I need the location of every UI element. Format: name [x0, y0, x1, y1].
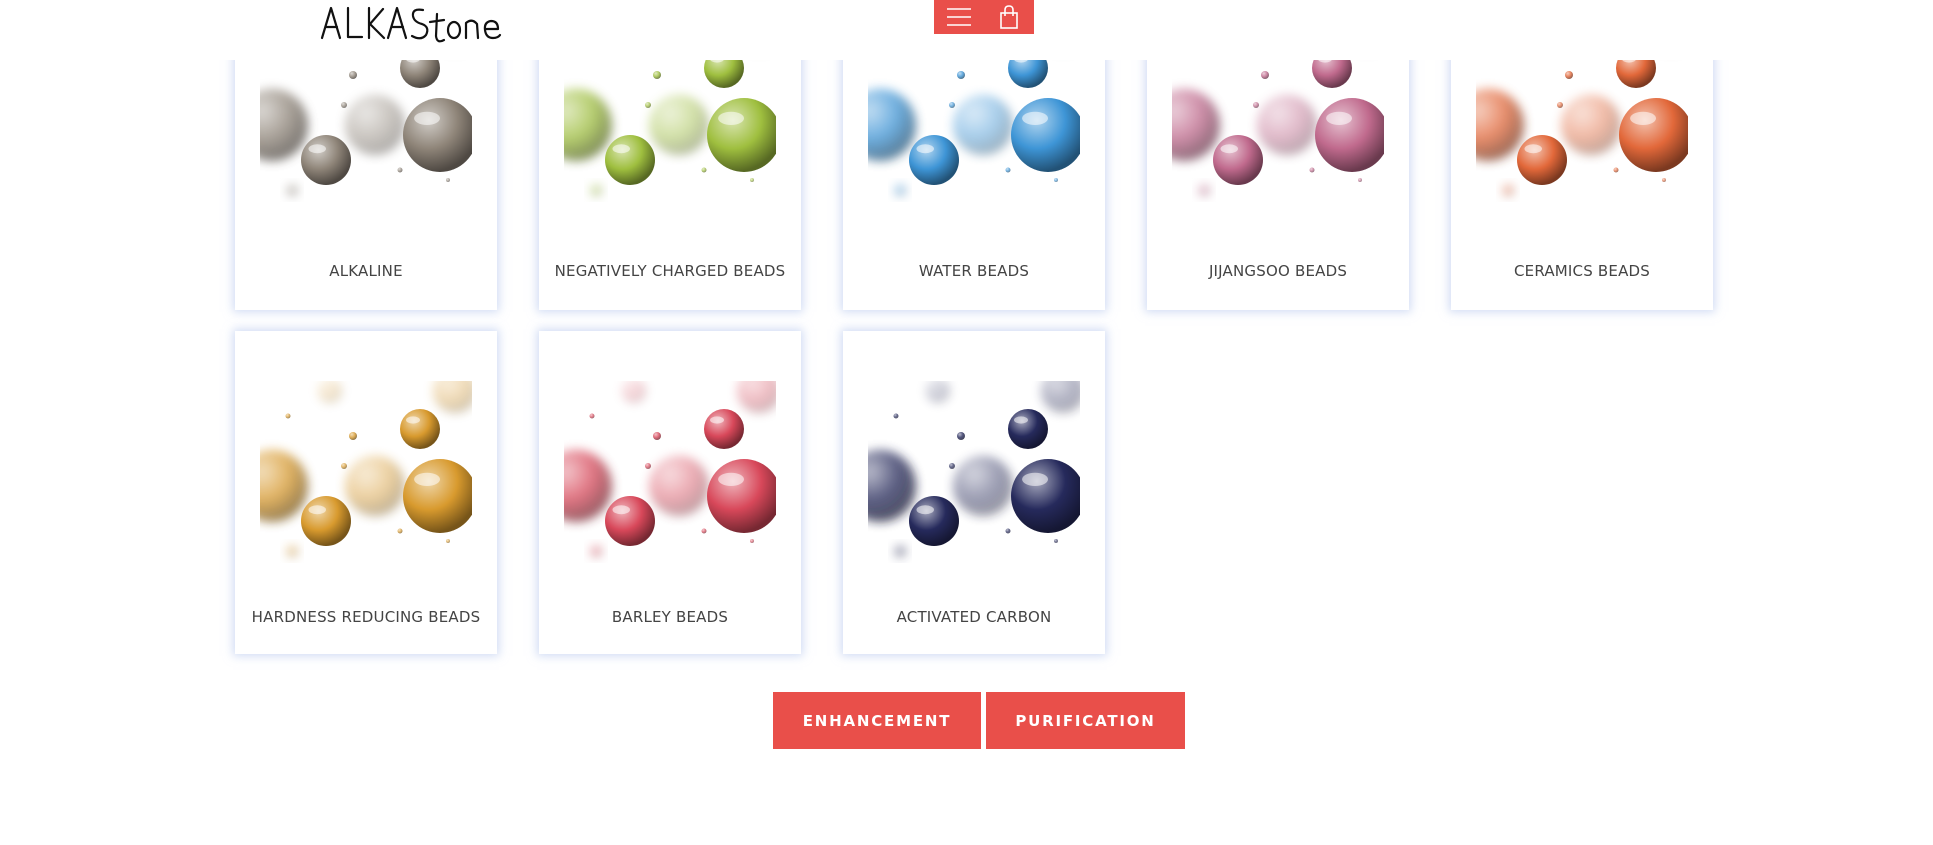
product-card[interactable]: ACTIVATED CARBON: [843, 331, 1105, 654]
purification-button[interactable]: PURIFICATION: [986, 692, 1185, 749]
site-header: [0, 0, 1933, 60]
product-image: [844, 369, 1085, 581]
hamburger-menu-icon[interactable]: [934, 0, 984, 34]
product-image: [540, 369, 781, 581]
enhancement-button[interactable]: ENHANCEMENT: [773, 692, 981, 749]
product-label: JIJANGSOO BEADS: [1208, 262, 1348, 280]
logo-lettering: [320, 6, 502, 43]
header-actions: [934, 0, 1034, 34]
beads-image: [236, 369, 477, 557]
product-label: NEGATIVELY CHARGED BEADS: [554, 262, 786, 280]
product-card[interactable]: HARDNESS REDUCING BEADS: [235, 331, 497, 654]
beads-image: [844, 369, 1085, 557]
product-label: CERAMICS BEADS: [1513, 262, 1651, 280]
product-label: ACTIVATED CARBON: [896, 608, 1052, 626]
beads-image: [540, 369, 781, 557]
product-label: HARDNESS REDUCING BEADS: [251, 608, 481, 626]
shopping-bag-icon[interactable]: [984, 0, 1034, 34]
product-card[interactable]: BARLEY BEADS: [539, 331, 801, 654]
product-label: BARLEY BEADS: [611, 608, 729, 626]
product-label: WATER BEADS: [918, 262, 1030, 280]
product-image: [236, 369, 477, 581]
product-label: ALKALINE: [329, 262, 403, 280]
alkastone-logo[interactable]: [318, 0, 518, 52]
